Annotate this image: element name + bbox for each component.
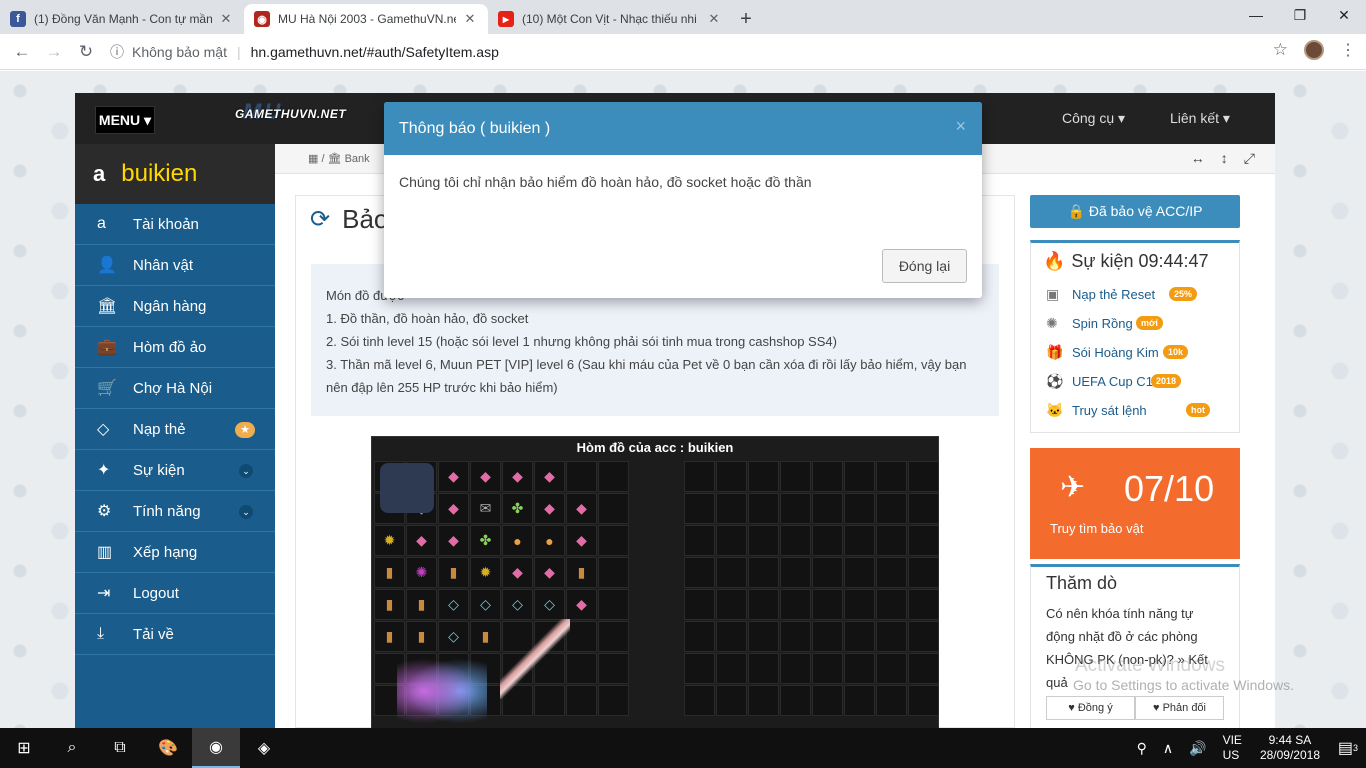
task-view-icon[interactable]: ⧉	[96, 728, 144, 768]
clock[interactable]: 9:44 SA 28/09/2018	[1250, 733, 1330, 763]
mu-game-icon[interactable]: ◈	[240, 728, 288, 768]
notification-modal: Thông báo ( buikien ) × Chúng tôi chỉ nh…	[384, 102, 982, 298]
site-logo[interactable]: MU GAMETHUVN.NET	[235, 99, 346, 124]
activate-windows-hint: Go to Settings to activate Windows.	[1073, 677, 1294, 693]
profile-avatar[interactable]	[1304, 40, 1324, 60]
modal-message: Chúng tôi chỉ nhận bảo hiểm đồ hoàn hảo,…	[399, 174, 812, 190]
close-tab-icon[interactable]: ✕	[218, 11, 234, 27]
facebook-icon: f	[10, 11, 26, 27]
window-controls: — ❐ ✕	[1234, 0, 1366, 30]
windows-start-icon[interactable]: ⊞	[0, 728, 48, 768]
toolbar-right: ☆ ⋮	[1273, 40, 1356, 60]
windows-taskbar: ⊞ ⌕ ⧉ 🎨 ◉ ◈ ⚲ ∧ 🔊 VIE US 9:44 SA 28/09/2…	[0, 728, 1366, 768]
url-text[interactable]: hn.gamethuvn.net/#auth/SafetyItem.asp	[251, 44, 499, 60]
activate-windows-title: Activate Windows	[1075, 655, 1225, 676]
youtube-icon: ▶	[498, 11, 514, 27]
chrome-icon[interactable]: ◉	[192, 728, 240, 768]
close-tab-icon[interactable]: ✕	[462, 11, 478, 27]
mu-game-icon: ◉	[254, 11, 270, 27]
security-label: Không bảo mật	[132, 43, 227, 60]
browser-toolbar: ← → ↻ ⓘ Không bảo mật | hn.gamethuvn.net…	[0, 34, 1366, 70]
modal-header: Thông báo ( buikien ) ×	[384, 102, 982, 155]
back-icon[interactable]: ←	[6, 42, 38, 62]
browser-tab-facebook[interactable]: f (1) Đồng Văn Mạnh - Con tự mần ✕	[0, 4, 244, 34]
maximize-icon[interactable]: ❐	[1278, 0, 1322, 30]
notification-icon[interactable]: ▤ 3	[1330, 728, 1366, 768]
browser-tab-mu[interactable]: ◉ MU Hà Nội 2003 - GamethuVN.net ✕	[244, 4, 488, 34]
address-bar[interactable]: ⓘ Không bảo mật | hn.gamethuvn.net/#auth…	[110, 42, 499, 62]
bookmark-star-icon[interactable]: ☆	[1273, 40, 1288, 60]
chrome-menu-icon[interactable]: ⋮	[1340, 40, 1356, 60]
system-tray: ⚲ ∧ 🔊 VIE US 9:44 SA 28/09/2018 ▤ 3	[1129, 728, 1366, 768]
language-indicator[interactable]: VIE US	[1215, 733, 1250, 763]
new-tab-button[interactable]: +	[732, 4, 760, 34]
paint-icon[interactable]: 🎨	[144, 728, 192, 768]
reload-icon[interactable]: ↻	[70, 42, 102, 62]
volume-icon[interactable]: 🔊	[1181, 740, 1214, 757]
modal-title: Thông báo ( buikien )	[399, 120, 551, 137]
close-icon[interactable]: ×	[955, 116, 966, 137]
close-modal-button[interactable]: Đóng lại	[882, 249, 967, 283]
browser-tab-youtube[interactable]: ▶ (10) Một Con Vịt - Nhạc thiếu nhi ✕	[488, 4, 732, 34]
info-icon[interactable]: ⓘ	[110, 42, 124, 62]
browser-tab-strip: f (1) Đồng Văn Mạnh - Con tự mần ✕ ◉ MU …	[0, 0, 1366, 34]
minimize-icon[interactable]: —	[1234, 0, 1278, 30]
chevron-up-icon[interactable]: ∧	[1155, 740, 1181, 757]
close-window-icon[interactable]: ✕	[1322, 0, 1366, 30]
tab-title: (10) Một Con Vịt - Nhạc thiếu nhi	[522, 12, 697, 26]
tab-title: MU Hà Nội 2003 - GamethuVN.net	[278, 12, 456, 26]
close-tab-icon[interactable]: ✕	[706, 11, 722, 27]
people-icon[interactable]: ⚲	[1129, 740, 1155, 757]
search-icon[interactable]: ⌕	[48, 728, 96, 768]
tab-title: (1) Đồng Văn Mạnh - Con tự mần	[34, 12, 212, 26]
forward-icon[interactable]: →	[38, 42, 70, 62]
